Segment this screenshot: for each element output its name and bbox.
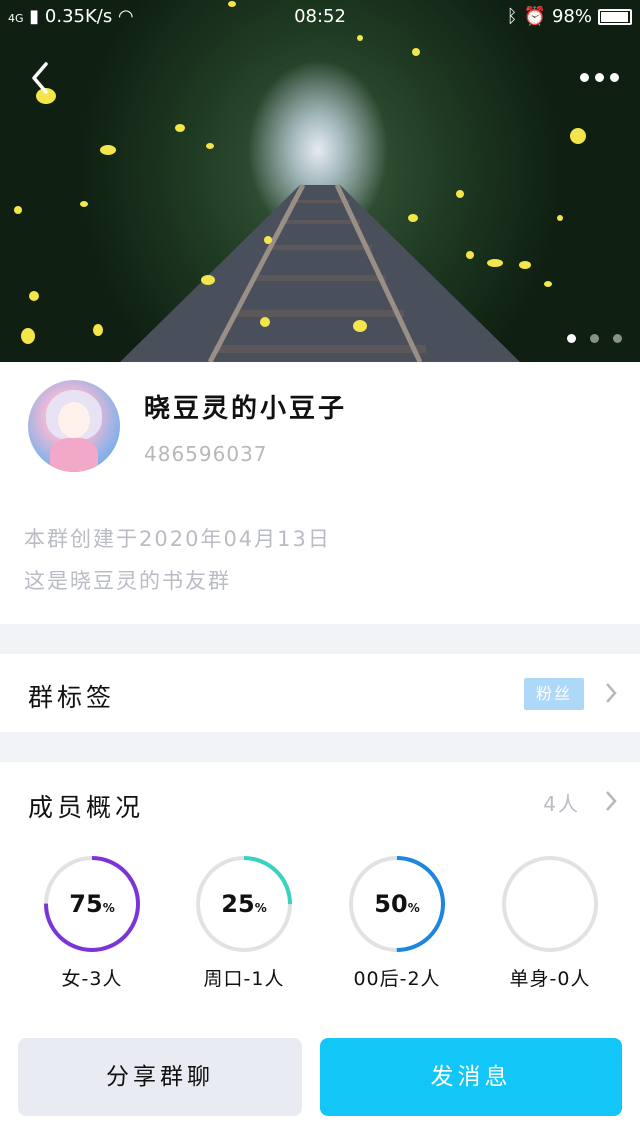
group-cover-image: 4G ▮ 0.35K/s ◠ 08:52 ᛒ ⏰ 98%: [0, 0, 640, 362]
battery-percent: 98%: [551, 6, 592, 27]
description-text: 这是晓豆灵的书友群: [24, 569, 231, 593]
more-icon-dot: [595, 72, 604, 82]
more-icon-dot: [610, 72, 619, 82]
group-avatar[interactable]: [28, 380, 120, 472]
send-message-button[interactable]: 发消息: [320, 1038, 622, 1116]
status-bar: 4G ▮ 0.35K/s ◠ 08:52 ᛒ ⏰ 98%: [0, 0, 640, 34]
more-button[interactable]: [580, 66, 622, 88]
stat-label: 单身-0人: [509, 968, 591, 990]
stat-percent: [500, 852, 600, 956]
back-icon: [32, 62, 48, 94]
member-stats: 75% 女-3人 25% 周口-1人 50% 00后-2人 单身-0人: [0, 852, 640, 1002]
stat-gender[interactable]: 75% 女-3人: [30, 852, 150, 1002]
group-name: 晓豆灵的小豆子: [144, 394, 348, 424]
section-divider: [0, 624, 640, 654]
carousel-dot[interactable]: [567, 334, 576, 343]
section-divider: [0, 732, 640, 762]
created-date-text: 本群创建于2020年04月13日: [24, 527, 331, 551]
member-overview-row[interactable]: 成员概况 4人: [0, 762, 640, 842]
rail-tunnel-illustration: [14, 1, 586, 362]
group-profile: 晓豆灵的小豆子 486596037 本群创建于2020年04月13日 这是晓豆灵…: [0, 362, 640, 624]
stat-label: 女-3人: [61, 968, 123, 990]
stat-label: 周口-1人: [203, 968, 285, 990]
group-tags-title: 群标签: [28, 683, 116, 712]
stat-label: 00后-2人: [353, 968, 441, 990]
group-tags-row[interactable]: 群标签 粉丝: [0, 654, 640, 732]
alarm-icon: ⏰: [523, 6, 546, 27]
member-overview-title: 成员概况: [28, 793, 145, 822]
group-tag-badge: 粉丝: [524, 678, 584, 710]
stat-percent: 75%: [69, 890, 115, 918]
status-right: ᛒ ⏰ 98%: [507, 6, 632, 27]
chevron-right-icon: [606, 683, 617, 703]
chevron-right-icon: [606, 791, 617, 811]
back-button[interactable]: [26, 58, 62, 98]
stat-location[interactable]: 25% 周口-1人: [182, 852, 302, 1002]
stat-percent: 25%: [221, 890, 267, 918]
stat-age[interactable]: 50% 00后-2人: [335, 852, 455, 1002]
carousel-dot[interactable]: [590, 334, 599, 343]
more-icon-dot: [580, 72, 589, 82]
member-count: 4人: [543, 792, 580, 816]
carousel-indicator: [567, 334, 622, 343]
group-description: 本群创建于2020年04月13日 这是晓豆灵的书友群: [24, 518, 331, 602]
stat-percent: 50%: [374, 890, 420, 918]
carousel-dot[interactable]: [613, 334, 622, 343]
share-group-button[interactable]: 分享群聊: [18, 1038, 302, 1116]
stat-single[interactable]: 单身-0人: [488, 852, 608, 1002]
bluetooth-icon: ᛒ: [506, 6, 518, 27]
battery-icon: [598, 8, 632, 25]
group-id: 486596037: [144, 442, 268, 466]
